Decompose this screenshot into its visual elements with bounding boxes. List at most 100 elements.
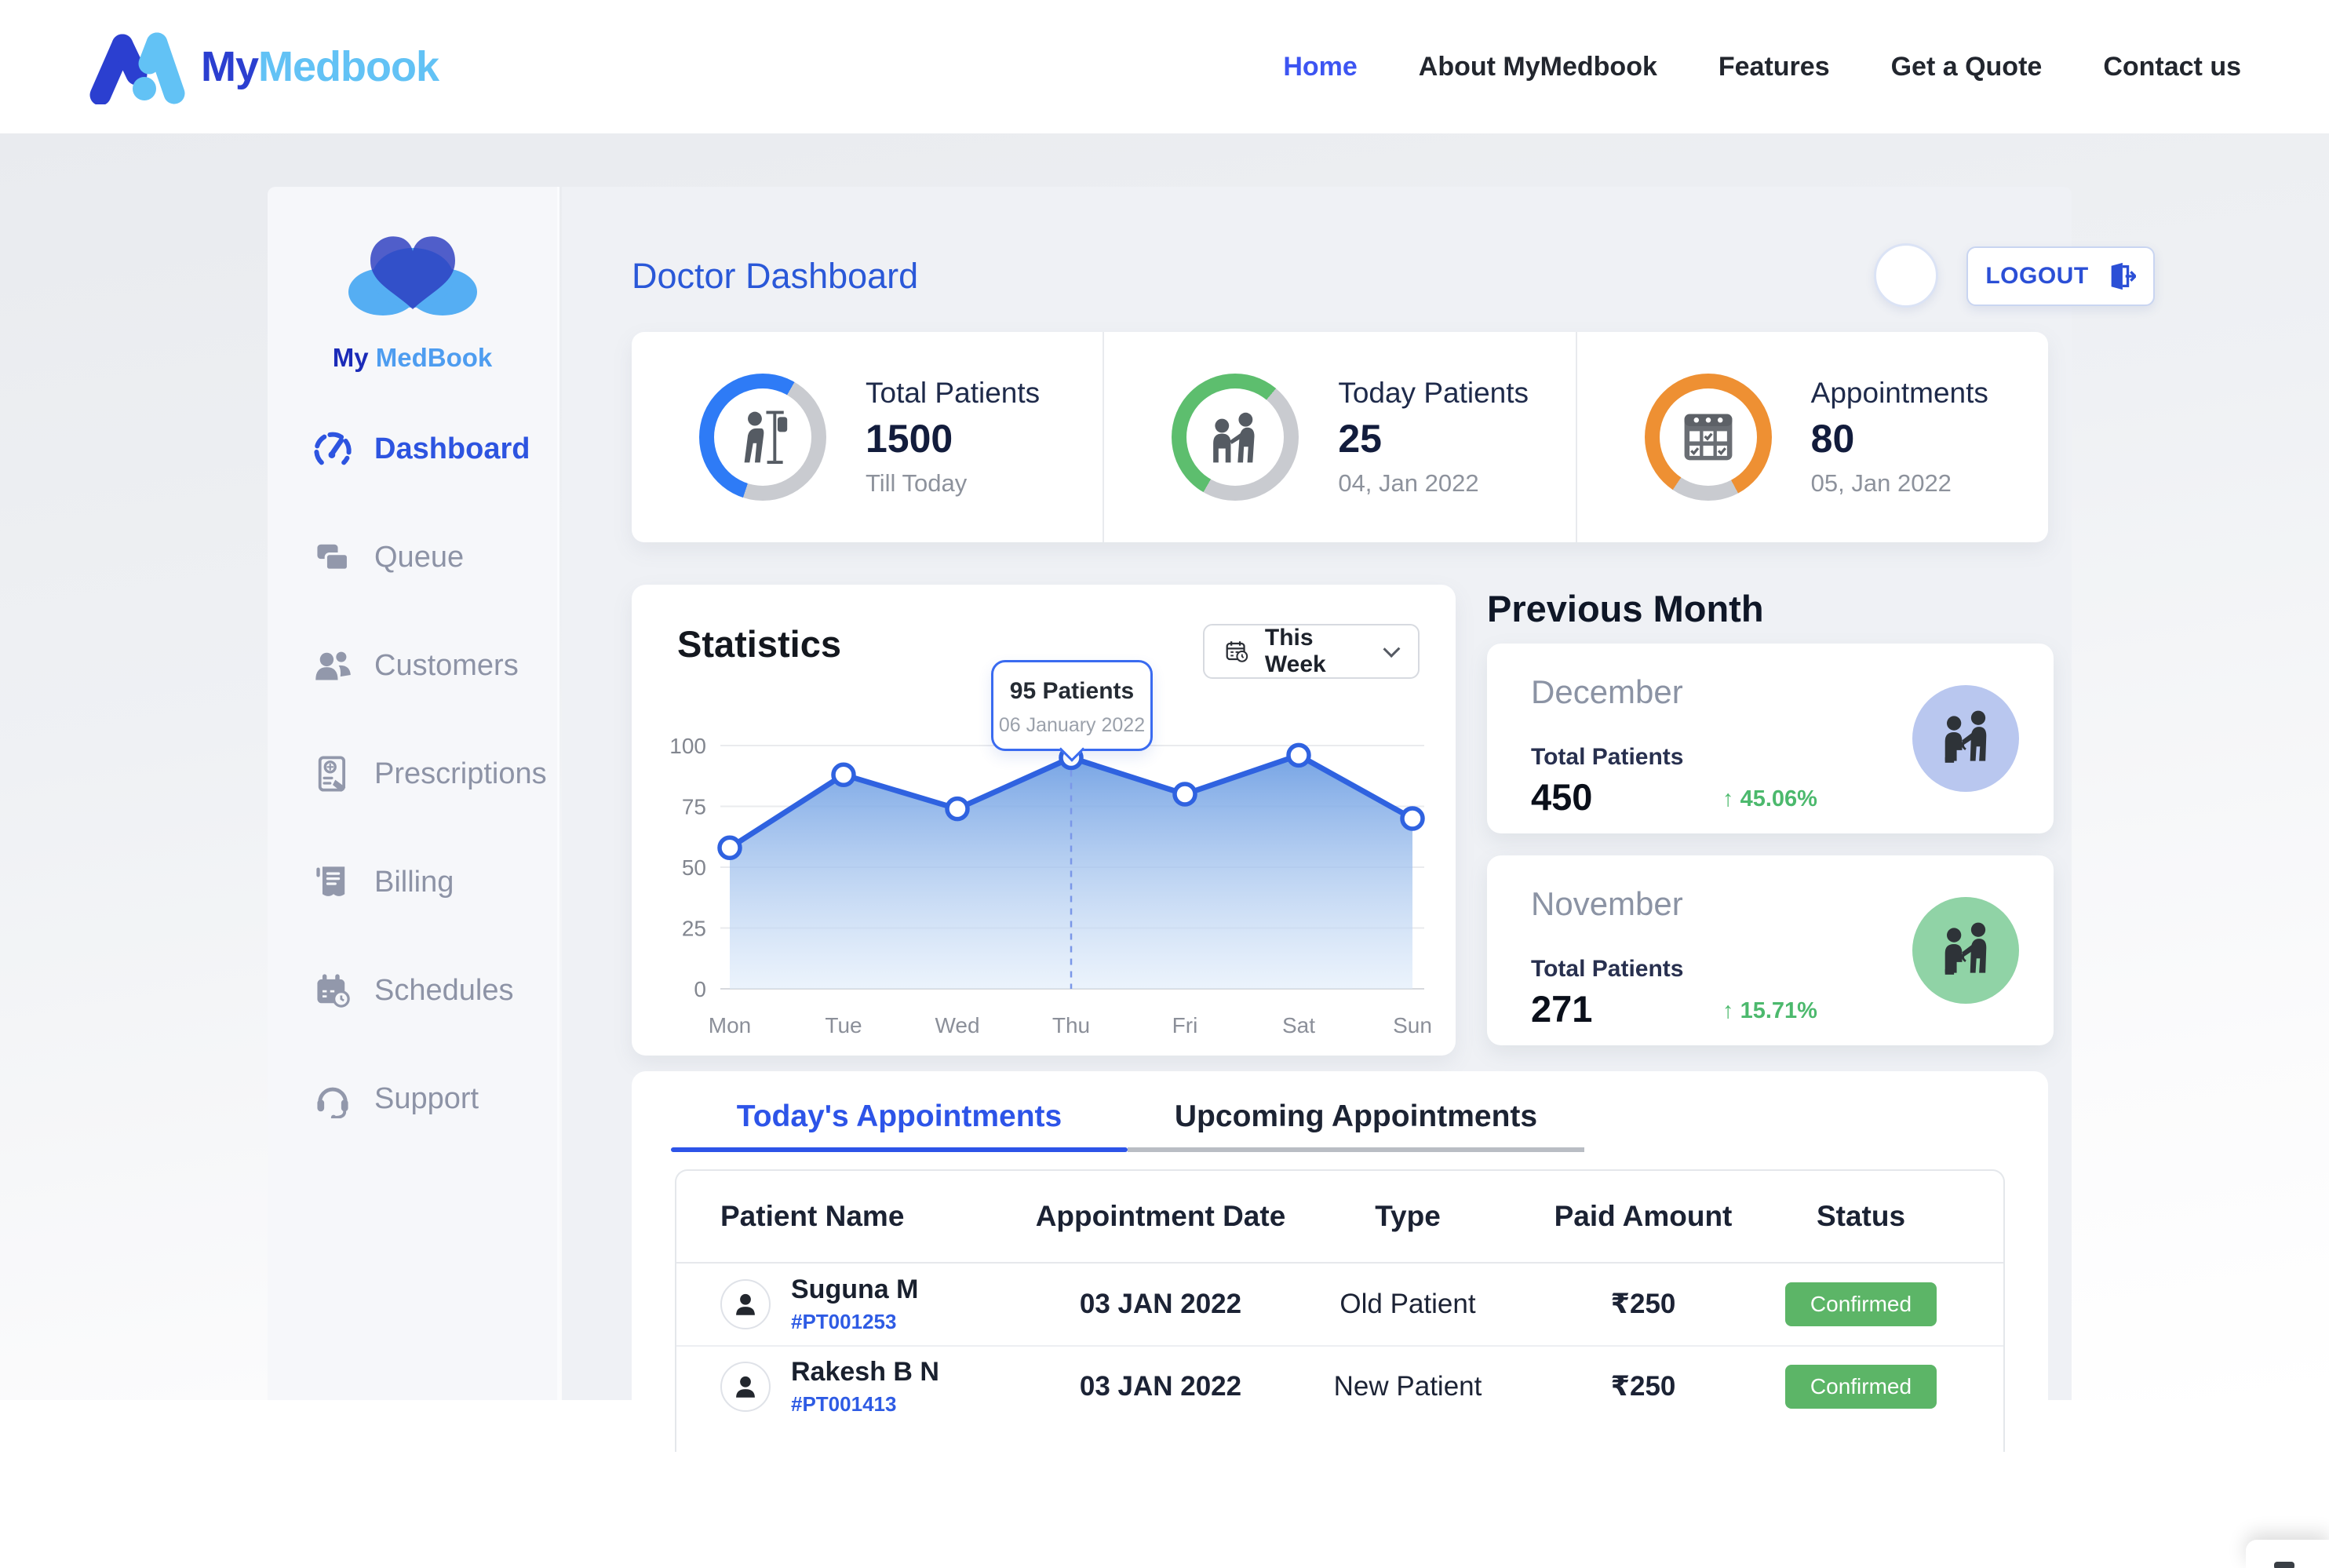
top-navbar: MyMedbook Home About MyMedbook Features …: [0, 0, 2329, 133]
brand-logo[interactable]: MyMedbook: [88, 29, 439, 104]
patient-avatar: [720, 1279, 771, 1329]
sidebar-item-schedules[interactable]: Schedules: [313, 955, 557, 1026]
month-stat-label: Total Patients: [1531, 744, 1683, 771]
patient-name: Suguna M: [791, 1274, 918, 1305]
table-row[interactable]: Rakesh B N #PT001413 03 JAN 2022 New Pat…: [676, 1345, 2003, 1427]
tooltip-value: 95 Patients: [993, 678, 1150, 705]
appointments-table: Patient Name Appointment Date Type Paid …: [675, 1169, 2005, 1452]
month-change-percent: ↑ 45.06%: [1722, 786, 1817, 812]
svg-text:0: 0: [694, 977, 706, 1001]
sidebar-item-label: Customers: [374, 649, 519, 683]
stat-subtext: 04, Jan 2022: [1338, 469, 1529, 498]
month-stat-value: 271: [1531, 987, 1592, 1030]
tab-upcoming-appointments[interactable]: Upcoming Appointments: [1128, 1088, 1584, 1145]
chat-widget-icon: [2274, 1562, 2294, 1568]
sidebar-item-prescriptions[interactable]: Prescriptions: [313, 738, 557, 809]
patient-type: New Patient: [1290, 1371, 1525, 1402]
appointments-tabs: Today's Appointments Upcoming Appointmen…: [671, 1088, 1584, 1145]
cloud-heart-logo-icon: [334, 217, 491, 334]
november-card: November Total Patients 271 ↑ 15.71%: [1487, 855, 2054, 1045]
appointment-date: 03 JAN 2022: [1031, 1289, 1290, 1320]
sidebar-item-label: Support: [374, 1082, 479, 1116]
patient-name: Rakesh B N: [791, 1357, 939, 1387]
dashboard-gauge-icon: [313, 429, 352, 469]
nav-link-features[interactable]: Features: [1719, 52, 1830, 82]
calendar-icon: [1225, 638, 1249, 665]
logout-label: LOGOUT: [1985, 263, 2088, 290]
stat-value: 25: [1338, 416, 1529, 461]
svg-text:25: 25: [682, 917, 706, 941]
table-header-row: Patient Name Appointment Date Type Paid …: [676, 1171, 2003, 1264]
support-icon: [313, 1079, 352, 1118]
progress-ring-green: [1172, 374, 1299, 501]
col-patient-name: Patient Name: [676, 1200, 1031, 1233]
svg-text:Wed: Wed: [935, 1013, 979, 1037]
month-stat-label: Total Patients: [1531, 956, 1683, 983]
stat-label: Total Patients: [866, 377, 1040, 410]
nav-link-about[interactable]: About MyMedbook: [1419, 52, 1657, 82]
december-card: December Total Patients 450 ↑ 45.06%: [1487, 644, 2054, 833]
logout-door-icon: [2106, 261, 2136, 291]
patient-id[interactable]: #PT001413: [791, 1392, 939, 1417]
chevron-down-icon: [1383, 640, 1401, 658]
paid-amount: ₹250: [1525, 1371, 1761, 1402]
patient-iv-icon: [732, 407, 793, 468]
patient-type: Old Patient: [1290, 1289, 1525, 1320]
sidebar-item-customers[interactable]: Customers: [313, 630, 557, 701]
week-filter-dropdown[interactable]: This Week: [1203, 624, 1420, 679]
chat-widget[interactable]: [2246, 1540, 2329, 1568]
nav-link-home[interactable]: Home: [1283, 52, 1357, 82]
progress-ring-orange: [1645, 374, 1772, 501]
patient-id[interactable]: #PT001253: [791, 1310, 918, 1334]
stat-total-patients: Total Patients 1500 Till Today: [632, 332, 1103, 542]
customers-icon: [313, 646, 352, 685]
sidebar: My MedBook Dashboard Queue: [268, 187, 559, 1400]
person-icon: [730, 1289, 761, 1320]
col-type: Type: [1290, 1200, 1525, 1233]
sidebar-item-label: Queue: [374, 541, 464, 574]
sidebar-item-support[interactable]: Support: [313, 1063, 557, 1134]
statistics-title: Statistics: [677, 622, 841, 665]
patient-avatar: [720, 1362, 771, 1412]
week-filter-value: This Week: [1265, 625, 1370, 678]
sidebar-item-label: Billing: [374, 866, 454, 899]
page-title: Doctor Dashboard: [632, 256, 918, 297]
month-stat-value: 450: [1531, 775, 1592, 819]
month-icon-circle: [1912, 685, 2019, 792]
nav-link-quote[interactable]: Get a Quote: [1891, 52, 2043, 82]
statistics-card: Statistics This Week 95 Patients 06 Janu…: [632, 585, 1456, 1056]
user-avatar[interactable]: [1874, 243, 1938, 308]
doctor-patient-icon: [1205, 407, 1266, 468]
svg-text:50: 50: [682, 855, 706, 880]
nav-link-contact[interactable]: Contact us: [2103, 52, 2241, 82]
stat-today-patients: Today Patients 25 04, Jan 2022: [1103, 332, 1575, 542]
sidebar-item-queue[interactable]: Queue: [313, 522, 557, 593]
svg-text:Thu: Thu: [1052, 1013, 1090, 1037]
brand-name: MyMedbook: [201, 42, 439, 91]
sidebar-logo-text: My MedBook: [268, 343, 557, 373]
appointments-section: Today's Appointments Upcoming Appointmen…: [632, 1071, 2048, 1468]
sidebar-logo: My MedBook: [268, 187, 557, 373]
nav-links: Home About MyMedbook Features Get a Quot…: [1283, 52, 2241, 82]
col-paid-amount: Paid Amount: [1525, 1200, 1761, 1233]
stat-value: 80: [1811, 416, 1988, 461]
sidebar-item-label: Prescriptions: [374, 757, 547, 791]
svg-text:Fri: Fri: [1172, 1013, 1198, 1037]
mymedbook-logo-icon: [88, 29, 185, 104]
previous-month-title: Previous Month: [1487, 587, 1764, 630]
col-status: Status: [1761, 1200, 1961, 1233]
sidebar-item-billing[interactable]: Billing: [313, 847, 557, 917]
month-change-percent: ↑ 15.71%: [1722, 998, 1817, 1024]
logout-button[interactable]: LOGOUT: [1966, 246, 2155, 306]
table-row[interactable]: Suguna M #PT001253 03 JAN 2022 Old Patie…: [676, 1264, 2003, 1345]
page: MyMedbook Home About MyMedbook Features …: [0, 0, 2329, 1568]
inactive-tab-indicator: [1128, 1147, 1584, 1152]
sidebar-item-dashboard[interactable]: Dashboard: [313, 414, 557, 484]
month-name: November: [1531, 885, 1683, 923]
active-tab-indicator: [671, 1147, 1128, 1152]
tab-indicator: [671, 1147, 1584, 1152]
tab-todays-appointments[interactable]: Today's Appointments: [671, 1088, 1128, 1145]
stat-value: 1500: [866, 416, 1040, 461]
col-appointment-date: Appointment Date: [1031, 1200, 1290, 1233]
queue-icon: [313, 538, 352, 577]
